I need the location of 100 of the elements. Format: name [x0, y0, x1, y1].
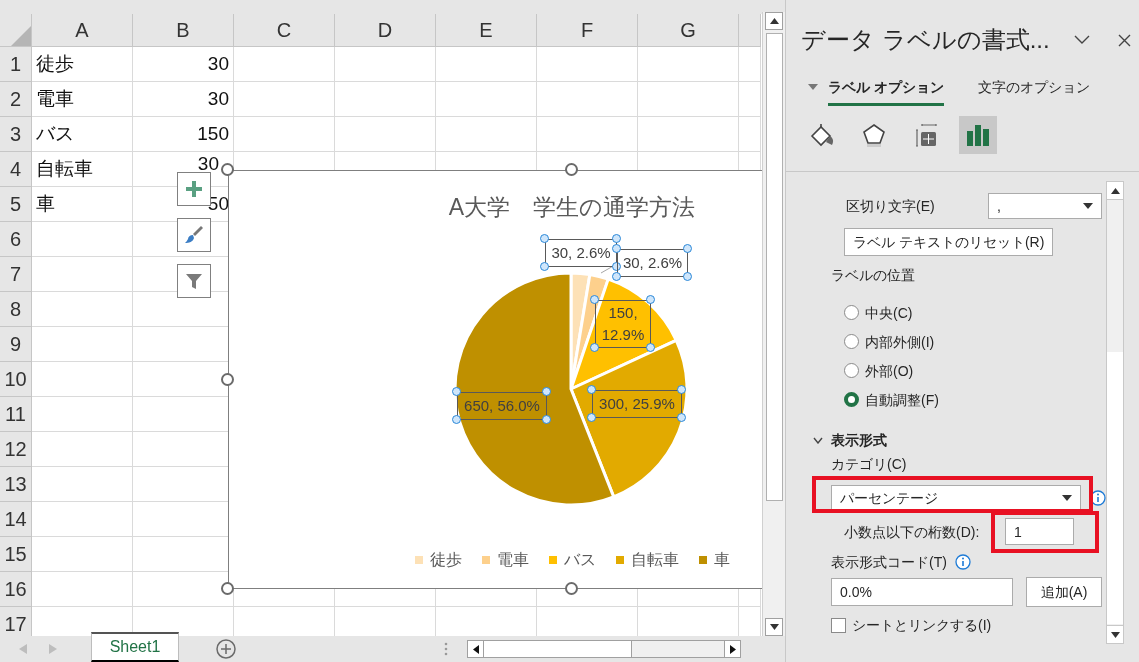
- radio-button[interactable]: [844, 392, 859, 407]
- selection-handle[interactable]: [542, 415, 551, 424]
- row-header[interactable]: 11: [0, 397, 32, 432]
- selection-handle[interactable]: [587, 413, 596, 422]
- checkbox-label[interactable]: シートとリンクする(I): [852, 615, 992, 635]
- row-header[interactable]: 12: [0, 432, 32, 467]
- close-button[interactable]: [1117, 33, 1131, 47]
- row-header[interactable]: 14: [0, 502, 32, 537]
- selection-handle[interactable]: [590, 295, 599, 304]
- row-header[interactable]: 10: [0, 362, 32, 397]
- selection-handle[interactable]: [452, 387, 461, 396]
- add-sheet-icon[interactable]: [216, 639, 236, 659]
- close-icon: [1117, 33, 1131, 47]
- checkbox[interactable]: [831, 617, 846, 633]
- row-header[interactable]: 2: [0, 82, 32, 117]
- field-label: 表示形式コード(T): [831, 553, 947, 572]
- dropdown-arrow-icon: [1062, 495, 1072, 501]
- splitter-icon[interactable]: [444, 642, 448, 656]
- row-header[interactable]: 5: [0, 187, 32, 222]
- panel-tab[interactable]: 文字のオプション: [977, 77, 1090, 106]
- radio-label[interactable]: 外部(O): [865, 360, 914, 381]
- column-header[interactable]: C: [234, 14, 335, 47]
- reset-label-text-button[interactable]: ラベル テキストのリセット(R): [844, 228, 1054, 256]
- add-button[interactable]: 追加(A): [1026, 577, 1102, 607]
- row-header[interactable]: 9: [0, 327, 32, 362]
- caret-icon[interactable]: [808, 84, 818, 90]
- right-arrow-icon[interactable]: [729, 644, 736, 654]
- label-options-tab[interactable]: [959, 116, 997, 154]
- category-dropdown[interactable]: パーセンテージ: [831, 485, 1081, 511]
- field-label: 小数点以下の桁数(D):: [844, 522, 981, 542]
- format-code-field[interactable]: 0.0%: [831, 578, 1013, 606]
- selection-handle[interactable]: [683, 272, 692, 281]
- table-cell: 電車: [32, 82, 133, 117]
- size-properties-icon: [914, 123, 938, 147]
- row-header[interactable]: 6: [0, 222, 32, 257]
- row-header[interactable]: 13: [0, 467, 32, 502]
- task-pane-options-button[interactable]: [1073, 35, 1090, 45]
- section-heading[interactable]: 表示形式: [831, 430, 887, 450]
- column-header[interactable]: D: [335, 14, 436, 47]
- table-cell: バス: [32, 117, 133, 152]
- pentagon-icon: [862, 123, 886, 147]
- selection-handle[interactable]: [452, 415, 461, 424]
- selection-handle[interactable]: [646, 295, 655, 304]
- decimal-places-field[interactable]: 1: [1005, 518, 1074, 545]
- radio-button[interactable]: [844, 305, 859, 320]
- table-cell: 30: [133, 82, 234, 117]
- chart-filters-button[interactable]: [177, 264, 211, 298]
- table-cell: 徒歩: [32, 47, 133, 82]
- scroll-down-button[interactable]: [765, 618, 783, 636]
- scroll-up-button[interactable]: [765, 12, 783, 30]
- selection-handle[interactable]: [587, 385, 596, 394]
- dropdown-value: パーセンテージ: [840, 488, 939, 508]
- up-arrow-icon[interactable]: [1110, 187, 1120, 194]
- scrollbar-thumb[interactable]: [1107, 352, 1123, 624]
- selection-handle[interactable]: [677, 385, 686, 394]
- dropdown-arrow-icon: [1083, 203, 1093, 209]
- selection-handle[interactable]: [540, 262, 549, 271]
- selection-handle[interactable]: [677, 413, 686, 422]
- radio-button[interactable]: [844, 334, 859, 349]
- scrollbar-thumb[interactable]: [484, 641, 632, 657]
- row-header[interactable]: 15: [0, 537, 32, 572]
- radio-button[interactable]: [844, 363, 859, 378]
- row-header[interactable]: 4: [0, 152, 32, 187]
- column-header[interactable]: B: [133, 14, 234, 47]
- legend-label: バス: [563, 550, 596, 570]
- radio-label[interactable]: 中央(C): [865, 302, 913, 323]
- row-header[interactable]: 1: [0, 47, 32, 82]
- paint-bucket-icon: [810, 123, 834, 147]
- selection-handle[interactable]: [542, 387, 551, 396]
- down-arrow-icon[interactable]: [1110, 631, 1120, 638]
- selection-handle[interactable]: [646, 343, 655, 352]
- legend-label: 車: [713, 550, 730, 570]
- plus-icon: [184, 179, 204, 199]
- panel-scrollbar[interactable]: [1106, 181, 1124, 644]
- column-header[interactable]: E: [436, 14, 537, 47]
- row-header[interactable]: 7: [0, 257, 32, 292]
- scrollbar-thumb[interactable]: [765, 33, 783, 501]
- radio-label[interactable]: 内部外側(I): [865, 331, 935, 352]
- chevron-icon[interactable]: [813, 436, 823, 444]
- legend-label: 徒歩: [429, 550, 462, 570]
- row-header[interactable]: 8: [0, 292, 32, 327]
- left-arrow-icon[interactable]: [472, 644, 479, 654]
- panel-tab[interactable]: ラベル オプション: [828, 77, 944, 106]
- separator-dropdown[interactable]: ,: [988, 193, 1102, 219]
- row-header[interactable]: 17: [0, 607, 32, 636]
- column-header[interactable]: A: [32, 14, 133, 47]
- column-header[interactable]: F: [537, 14, 638, 47]
- selection-handle[interactable]: [590, 343, 599, 352]
- row-header[interactable]: 3: [0, 117, 32, 152]
- selection-handle[interactable]: [540, 234, 549, 243]
- horizontal-scrollbar[interactable]: [467, 640, 741, 658]
- section-label: ラベルの位置: [831, 266, 915, 285]
- row-header[interactable]: 16: [0, 572, 32, 607]
- chart-styles-button[interactable]: [177, 218, 211, 252]
- selection-handle[interactable]: [683, 244, 692, 253]
- sheet-tab[interactable]: Sheet1: [91, 632, 179, 662]
- column-header[interactable]: G: [638, 14, 739, 47]
- info-icon[interactable]: [954, 554, 971, 570]
- radio-label[interactable]: 自動調整(F): [865, 389, 939, 410]
- table-cell: 自転車: [32, 152, 133, 187]
